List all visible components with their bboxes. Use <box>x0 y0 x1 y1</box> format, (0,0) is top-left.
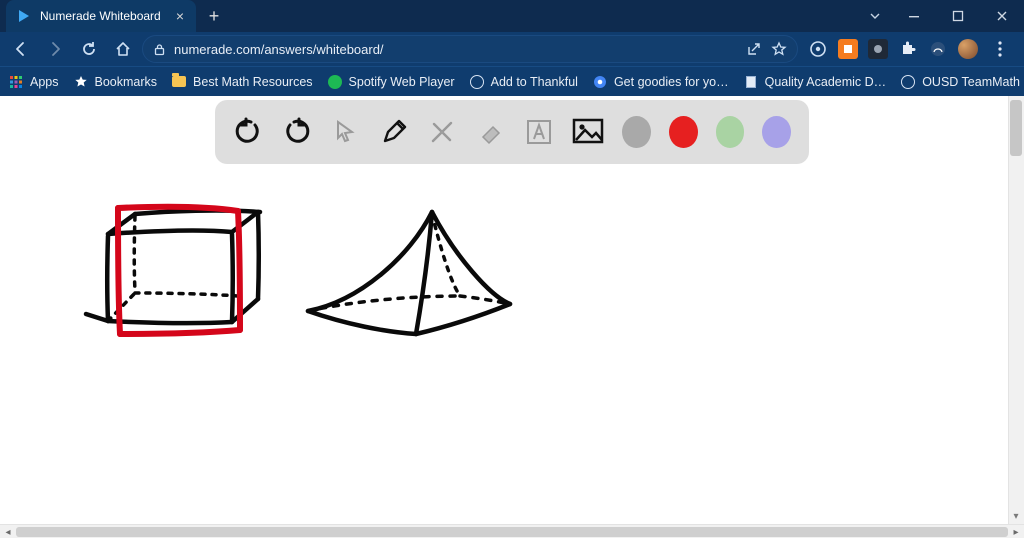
tab-search-chevron-icon[interactable] <box>858 0 892 32</box>
new-tab-button[interactable]: + <box>200 2 228 30</box>
spotify-icon <box>327 74 343 90</box>
bookmark-label: Bookmarks <box>95 75 158 89</box>
browser-menu-button[interactable] <box>988 41 1012 57</box>
bookmark-label: Spotify Web Player <box>349 75 455 89</box>
bookmark-label: Best Math Resources <box>193 75 313 89</box>
extension-1-icon[interactable] <box>808 39 828 59</box>
vertical-scrollbar[interactable]: ▾ <box>1008 96 1024 524</box>
globe-icon <box>900 74 916 90</box>
globe-icon <box>469 74 485 90</box>
tab-title: Numerade Whiteboard <box>40 9 166 23</box>
address-bar-row: numerade.com/answers/whiteboard/ <box>0 32 1024 66</box>
bookmark-star-icon[interactable] <box>771 41 787 57</box>
url-text: numerade.com/answers/whiteboard/ <box>174 42 737 57</box>
bookmark-ousd[interactable]: OUSD TeamMath <box>900 74 1020 90</box>
bookmark-quality[interactable]: Quality Academic D… <box>743 74 887 90</box>
apps-label: Apps <box>30 75 59 89</box>
bookmark-bookmarks[interactable]: Bookmarks <box>73 74 158 90</box>
horizontal-scrollbar[interactable]: ◂ ▸ <box>0 524 1024 538</box>
bookmark-best-math[interactable]: Best Math Resources <box>171 74 313 90</box>
extension-icons <box>802 39 1018 59</box>
window-maximize-button[interactable] <box>936 0 980 32</box>
drawing-pyramid <box>308 212 510 334</box>
lock-icon <box>153 43 166 56</box>
extension-3-icon[interactable] <box>868 39 888 59</box>
nav-back-button[interactable] <box>6 35 36 63</box>
drawing-cube-red-front <box>118 207 240 334</box>
bookmark-label: Add to Thankful <box>491 75 578 89</box>
window-titlebar: Numerade Whiteboard × + <box>0 0 1024 32</box>
share-icon[interactable] <box>745 41 761 57</box>
chrome-icon <box>592 74 608 90</box>
bookmark-label: OUSD TeamMath <box>922 75 1020 89</box>
bookmarks-bar: Apps Bookmarks Best Math Resources Spoti… <box>0 66 1024 96</box>
extensions-puzzle-icon[interactable] <box>898 39 918 59</box>
bookmark-label: Get goodies for yo… <box>614 75 729 89</box>
scroll-left-arrow-icon[interactable]: ◂ <box>0 525 16 539</box>
profile-avatar[interactable] <box>958 39 978 59</box>
tab-close-icon[interactable]: × <box>174 8 186 24</box>
horizontal-scroll-thumb[interactable] <box>16 527 1008 537</box>
address-action-icons <box>745 41 787 57</box>
window-close-button[interactable] <box>980 0 1024 32</box>
vertical-scroll-thumb[interactable] <box>1010 100 1022 156</box>
drawing-cube <box>86 211 260 324</box>
bookmark-label: Quality Academic D… <box>765 75 887 89</box>
nav-forward-button[interactable] <box>40 35 70 63</box>
scroll-right-arrow-icon[interactable]: ▸ <box>1008 525 1024 539</box>
apps-grid-icon <box>8 74 24 90</box>
tab-favicon-icon <box>16 8 32 24</box>
bookmark-spotify[interactable]: Spotify Web Player <box>327 74 455 90</box>
star-icon <box>73 74 89 90</box>
apps-shortcut[interactable]: Apps <box>8 74 59 90</box>
nav-home-button[interactable] <box>108 35 138 63</box>
browser-tab-active[interactable]: Numerade Whiteboard × <box>6 0 196 32</box>
nav-reload-button[interactable] <box>74 35 104 63</box>
extension-4-icon[interactable] <box>928 39 948 59</box>
window-minimize-button[interactable] <box>892 0 936 32</box>
scroll-down-arrow-icon[interactable]: ▾ <box>1008 508 1024 524</box>
doc-icon <box>743 74 759 90</box>
bookmark-goodies[interactable]: Get goodies for yo… <box>592 74 729 90</box>
window-controls <box>858 0 1024 32</box>
address-bar[interactable]: numerade.com/answers/whiteboard/ <box>142 35 798 63</box>
extension-2-icon[interactable] <box>838 39 858 59</box>
whiteboard-viewport: ▾ <box>0 96 1024 524</box>
bookmark-thankful[interactable]: Add to Thankful <box>469 74 578 90</box>
folder-icon <box>171 74 187 90</box>
whiteboard-canvas[interactable] <box>0 96 1008 524</box>
